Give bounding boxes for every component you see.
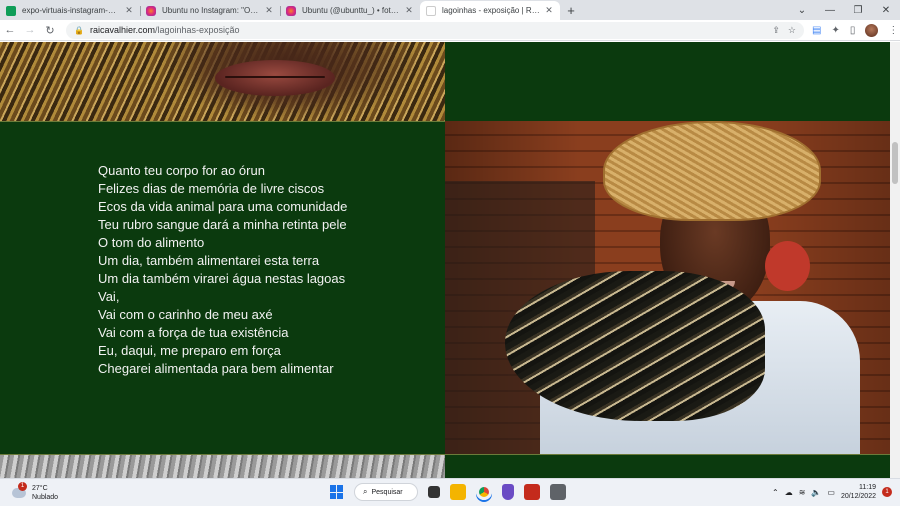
scrollbar-thumb[interactable] <box>892 142 898 184</box>
clock[interactable]: 11:19 20/12/2022 <box>841 483 876 501</box>
cloud-icon: 1 <box>12 481 27 498</box>
tab-instagram-profile[interactable]: Ubuntu (@ubunttu_) • fotos e víd ✕ <box>280 1 420 20</box>
chevron-up-icon[interactable]: ⌃ <box>772 488 779 497</box>
close-window-button[interactable]: ✕ <box>872 5 900 16</box>
chrome-icon[interactable] <box>476 484 492 500</box>
taskbar-search[interactable]: ⌕ Pesquisar <box>354 483 418 501</box>
page-content: Quanto teu corpo for ao órun Felizes dia… <box>0 42 890 478</box>
poem-text: Quanto teu corpo for ao órun Felizes dia… <box>98 162 347 378</box>
new-tab-button[interactable]: + <box>560 1 582 20</box>
search-icon: ⌕ <box>363 487 368 496</box>
window-controls: ⌄ — ❐ ✕ <box>788 0 900 20</box>
poem-line: Vai com o carinho de meu axé <box>98 307 273 322</box>
lips-detail <box>215 60 335 96</box>
maximize-button[interactable]: ❐ <box>844 5 872 16</box>
clock-time: 11:19 <box>859 484 876 491</box>
weather-widget[interactable]: 1 27°C Nublado <box>12 481 132 502</box>
poem-line: Quanto teu corpo for ao órun <box>98 163 265 178</box>
weather-temp: 27°C <box>32 484 48 492</box>
woman-with-rooster-photo <box>445 121 890 454</box>
start-button[interactable] <box>330 485 344 499</box>
poem-line: Chegarei alimentada para bem alimentar <box>98 361 334 376</box>
poem-line: Um dia, também alimentarei esta terra <box>98 253 320 268</box>
volume-icon[interactable]: 🔈 <box>811 488 821 497</box>
tab-search-icon[interactable]: ⌄ <box>788 5 816 16</box>
instagram-icon <box>146 5 156 16</box>
stone-texture-photo <box>0 455 445 478</box>
system-tray: ⌃ ☁ ≋ 🔈 ▭ 11:19 20/12/2022 1 <box>772 483 892 501</box>
tab-title: expo-virtuais-instagram-2022 - F <box>22 6 120 15</box>
site-favicon-icon <box>426 5 436 16</box>
battery-icon[interactable]: ▭ <box>827 488 835 497</box>
close-tab-icon[interactable]: ✕ <box>124 5 134 16</box>
close-tab-icon[interactable]: ✕ <box>404 5 414 16</box>
app-grid-icon[interactable] <box>550 484 566 500</box>
profile-avatar[interactable] <box>865 23 879 37</box>
share-icon[interactable]: ⇪ <box>772 25 780 36</box>
reload-icon[interactable]: ↻ <box>40 24 60 37</box>
poem-line: Vai, <box>98 289 120 304</box>
taskbar-apps: ⌕ Pesquisar <box>330 483 566 501</box>
menu-kebab-icon[interactable]: ⋮ <box>888 25 898 36</box>
lips-photo <box>0 42 445 121</box>
file-explorer-icon[interactable] <box>450 484 466 500</box>
url-path: /lagoinhas-exposição <box>155 25 240 35</box>
close-tab-icon[interactable]: ✕ <box>264 5 274 16</box>
wifi-icon[interactable]: ≋ <box>799 488 806 497</box>
extensions-puzzle-icon[interactable]: ✦ <box>831 25 839 36</box>
bookmark-star-icon[interactable]: ☆ <box>788 25 796 36</box>
page-scrollbar[interactable] <box>890 42 900 478</box>
tab-title: Ubuntu no Instagram: "O Univer <box>162 6 260 15</box>
address-bar[interactable]: 🔒 raicavalhier.com/lagoinhas-exposição ⇪… <box>66 21 804 39</box>
poem-line: Eu, daqui, me preparo em força <box>98 343 281 358</box>
tab-instagram-post[interactable]: Ubuntu no Instagram: "O Univer ✕ <box>140 1 280 20</box>
straw-hat <box>603 121 821 221</box>
poem-line: O tom do alimento <box>98 235 205 250</box>
side-panel-icon[interactable]: ▯ <box>850 25 856 36</box>
poem-line: Vai com a força de tua existência <box>98 325 289 340</box>
poem-line: Ecos da vida animal para uma comunidade <box>98 199 348 214</box>
weather-desc: Nublado <box>32 493 59 501</box>
docs-extension-icon[interactable]: ▤ <box>812 25 821 36</box>
task-view-icon[interactable] <box>428 486 440 498</box>
windows-taskbar: 1 27°C Nublado ⌕ Pesquisar ⌃ ☁ ≋ 🔈 ▭ 11:… <box>0 478 900 506</box>
instagram-icon <box>286 5 296 16</box>
back-icon[interactable]: ← <box>0 24 20 36</box>
tab-title: lagoinhas - exposição | Raicavalh <box>442 6 540 15</box>
app-shield-icon[interactable] <box>502 484 514 500</box>
poem-line: Teu rubro sangue dará a minha retinta pe… <box>98 217 347 232</box>
sheets-icon <box>6 5 16 16</box>
lock-icon[interactable]: 🔒 <box>74 26 84 35</box>
app-red-icon[interactable] <box>524 484 540 500</box>
weather-badge: 1 <box>18 481 27 491</box>
rooster-head <box>765 241 810 291</box>
tab-title: Ubuntu (@ubunttu_) • fotos e víd <box>302 6 400 15</box>
poem-line: Felizes dias de memória de livre ciscos <box>98 181 325 196</box>
clock-date: 20/12/2022 <box>840 493 876 500</box>
search-label: Pesquisar <box>371 488 403 496</box>
extensions-area: ▤ ✦ ▯ ⋮ <box>812 23 898 37</box>
minimize-button[interactable]: — <box>816 5 844 16</box>
tab-lagoinhas[interactable]: lagoinhas - exposição | Raicavalh ✕ <box>420 1 560 20</box>
notification-badge[interactable]: 1 <box>882 487 892 497</box>
browser-toolbar: ← → ↻ 🔒 raicavalhier.com/lagoinhas-expos… <box>0 20 900 41</box>
url-host: raicavalhier.com <box>89 25 155 35</box>
tab-strip: expo-virtuais-instagram-2022 - F ✕ Ubunt… <box>0 0 900 20</box>
tab-expo-virtuais[interactable]: expo-virtuais-instagram-2022 - F ✕ <box>0 1 140 20</box>
poem-line: Um dia também virarei água nestas lagoas <box>98 271 346 286</box>
forward-icon[interactable]: → <box>20 24 40 36</box>
close-tab-icon[interactable]: ✕ <box>544 5 554 16</box>
cloud-sync-icon[interactable]: ☁ <box>785 488 793 497</box>
